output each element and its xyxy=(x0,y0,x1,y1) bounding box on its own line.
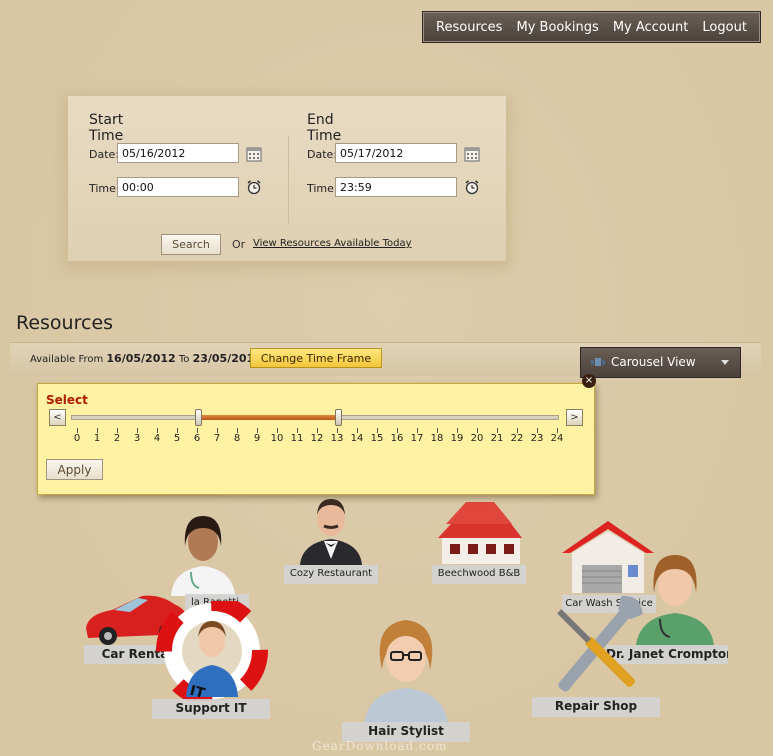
resource-hair-stylist[interactable]: Hair Stylist xyxy=(342,614,470,742)
to-label: To xyxy=(178,354,190,365)
slider-tick-label: 8 xyxy=(233,433,241,444)
slider-tick-label: 7 xyxy=(213,433,221,444)
slider-tick-label: 1 xyxy=(93,433,101,444)
slider-tick-label: 3 xyxy=(133,433,141,444)
slider-prev-button[interactable]: < xyxy=(49,409,66,426)
slider-tick-label: 12 xyxy=(310,433,324,444)
start-date-label: Date: xyxy=(89,148,119,161)
calendar-icon[interactable] xyxy=(464,146,480,162)
start-time-label: Time: xyxy=(89,182,120,195)
alarm-clock-icon[interactable] xyxy=(464,179,480,195)
change-time-frame-button[interactable]: Change Time Frame xyxy=(250,348,382,368)
start-time-heading: Start Time xyxy=(89,112,124,144)
house-icon xyxy=(438,502,522,564)
slider-tick-label: 5 xyxy=(173,433,181,444)
end-time-heading: End Time xyxy=(307,112,342,144)
chevron-down-icon xyxy=(721,360,729,365)
hour-ticks: 0 1 2 3 4 5 6 7 8 9 10 11 12 13 14 15 16 17 18 19 20 21 22 23 24 xyxy=(38,428,594,452)
carousel-icon xyxy=(591,358,605,366)
slider-tick-label: 13 xyxy=(330,433,344,444)
close-icon[interactable]: × xyxy=(582,374,596,388)
resource-support-it[interactable]: IT Support IT xyxy=(152,601,270,719)
stylist-woman-icon xyxy=(364,620,448,724)
hour-range-slider[interactable] xyxy=(71,409,559,426)
available-from-label: Available From xyxy=(30,354,104,365)
apply-button[interactable]: Apply xyxy=(46,459,103,480)
start-time-input[interactable] xyxy=(117,177,239,197)
panel-divider xyxy=(288,136,289,224)
resource-label: Repair Shop xyxy=(532,697,660,717)
nav-my-bookings[interactable]: My Bookings xyxy=(516,20,598,35)
from-date: 16/05/2012 xyxy=(106,352,176,365)
nav-resources[interactable]: Resources xyxy=(436,20,502,35)
time-range-popup: Select < > 0 1 2 3 4 5 6 7 8 9 10 11 12 13 14 15 16 17 18 1… xyxy=(37,383,595,495)
slider-tick-label: 17 xyxy=(410,433,424,444)
start-date-input[interactable] xyxy=(117,143,239,163)
alarm-clock-icon[interactable] xyxy=(246,179,262,195)
select-label: Select xyxy=(46,393,88,407)
resource-repair-shop[interactable]: Repair Shop xyxy=(532,596,660,718)
slider-tick-label: 11 xyxy=(290,433,304,444)
search-button[interactable]: Search xyxy=(161,234,221,255)
tools-icon xyxy=(557,596,643,692)
slider-tick-label: 23 xyxy=(530,433,544,444)
nav-my-account[interactable]: My Account xyxy=(613,20,689,35)
calendar-icon[interactable] xyxy=(246,146,262,162)
slider-tick-label: 15 xyxy=(370,433,384,444)
waiter-icon xyxy=(300,499,362,565)
carousel-view-dropdown[interactable]: Carousel View xyxy=(580,347,741,378)
slider-tick-label: 24 xyxy=(550,433,564,444)
availability-range: Available From 16/05/2012 To 23/05/2012 xyxy=(30,352,262,365)
slider-tick-label: 10 xyxy=(270,433,284,444)
slider-tick-label: 6 xyxy=(193,433,201,444)
slider-start-handle[interactable] xyxy=(195,409,202,426)
search-panel: Start Time Date: Time: End Time Date: Ti… xyxy=(68,96,506,261)
slider-tick-label: 2 xyxy=(113,433,121,444)
slider-tick-label: 9 xyxy=(253,433,261,444)
top-nav: Resources My Bookings My Account Logout xyxy=(422,11,761,43)
resource-label: Cozy Restaurant xyxy=(284,565,378,584)
slider-tick-label: 0 xyxy=(73,433,81,444)
slider-tick-label: 20 xyxy=(470,433,484,444)
view-available-today-link[interactable]: View Resources Available Today xyxy=(253,238,412,249)
slider-end-handle[interactable] xyxy=(335,409,342,426)
end-time-input[interactable] xyxy=(335,177,457,197)
resource-cozy-restaurant[interactable]: Cozy Restaurant xyxy=(284,493,378,585)
watermark: GearDownload.com xyxy=(312,739,448,753)
doctor-woman-icon xyxy=(171,516,235,596)
end-date-label: Date: xyxy=(307,148,337,161)
slider-tick-label: 21 xyxy=(490,433,504,444)
resource-label: Beechwood B&B xyxy=(432,565,526,584)
slider-tick-label: 4 xyxy=(153,433,161,444)
slider-tick-label: 14 xyxy=(350,433,364,444)
slider-tick-label: 19 xyxy=(450,433,464,444)
end-time-label: Time: xyxy=(307,182,338,195)
slider-tick-label: 18 xyxy=(430,433,444,444)
slider-tick-label: 22 xyxy=(510,433,524,444)
resource-label: Support IT xyxy=(152,699,270,719)
resource-beechwood-bb[interactable]: Beechwood B&B xyxy=(432,500,526,584)
lifebuoy-support-icon: IT xyxy=(156,601,268,701)
or-text: Or xyxy=(232,238,246,251)
slider-next-button[interactable]: > xyxy=(566,409,583,426)
slider-range-fill xyxy=(198,415,338,420)
resources-title: Resources xyxy=(16,312,114,334)
nav-logout[interactable]: Logout xyxy=(702,20,747,35)
slider-tick-label: 16 xyxy=(390,433,404,444)
end-date-input[interactable] xyxy=(335,143,457,163)
carousel-view-label: Carousel View xyxy=(611,355,696,369)
